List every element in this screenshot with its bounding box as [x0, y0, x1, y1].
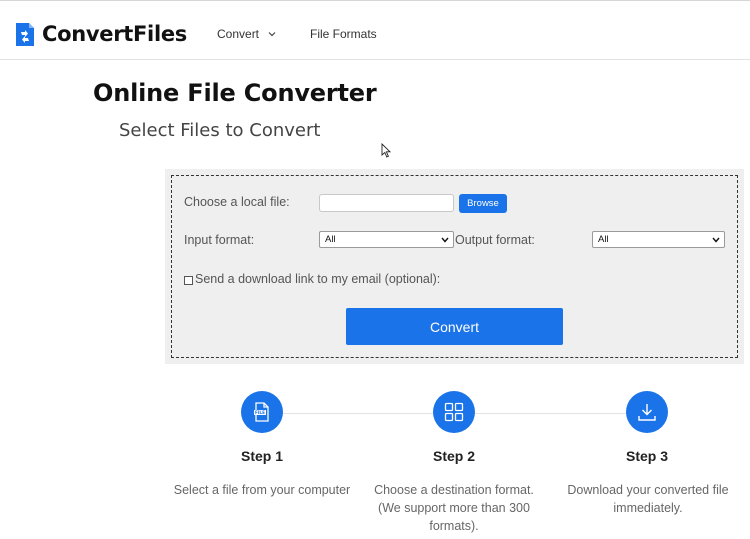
output-format-value: All	[598, 234, 609, 245]
page: ConvertFiles Convert File Formats Online…	[0, 0, 750, 539]
input-format-value: All	[325, 234, 336, 245]
step-2-badge	[433, 391, 475, 433]
file-icon: FILE	[254, 402, 269, 422]
file-path-input[interactable]	[319, 194, 454, 212]
nav-file-formats-link[interactable]: File Formats	[310, 26, 377, 42]
svg-text:FILE: FILE	[255, 410, 265, 415]
logo-text: ConvertFiles	[42, 22, 187, 46]
email-link-label[interactable]: Send a download link to my email (option…	[195, 272, 440, 286]
nav-convert-menu[interactable]: Convert	[217, 26, 276, 42]
grid-icon	[444, 402, 464, 422]
local-file-label: Choose a local file:	[184, 195, 290, 209]
browse-button[interactable]: Browse	[459, 194, 507, 213]
page-subtitle: Select Files to Convert	[119, 120, 321, 141]
convert-button[interactable]: Convert	[346, 308, 563, 345]
email-link-checkbox[interactable]	[184, 276, 193, 285]
page-title: Online File Converter	[93, 79, 377, 107]
mouse-pointer-icon	[381, 143, 391, 158]
site-logo[interactable]: ConvertFiles	[14, 20, 187, 48]
nav-file-formats-label: File Formats	[310, 27, 377, 41]
step-1-badge: FILE	[241, 391, 283, 433]
nav-convert-label: Convert	[217, 27, 260, 41]
step-2-description: Choose a destination format. (We support…	[374, 483, 534, 533]
chevron-down-icon	[441, 237, 449, 243]
site-header: ConvertFiles Convert File Formats	[0, 1, 750, 60]
output-format-select[interactable]: All	[592, 231, 725, 248]
step-1-description: Select a file from your computer	[173, 483, 351, 497]
chevron-down-icon	[268, 32, 276, 37]
chevron-down-icon	[712, 237, 720, 243]
download-icon	[638, 404, 656, 421]
logo-icon	[16, 22, 34, 46]
output-format-label: Output format:	[455, 233, 535, 247]
input-format-select[interactable]: All	[319, 231, 454, 248]
input-format-label: Input format:	[184, 233, 255, 247]
step-2-title: Step 2	[432, 448, 475, 464]
step-1-title: Step 1	[240, 448, 283, 464]
step-3-description: Download your converted file immediately…	[567, 483, 729, 515]
step-3-title: Step 3	[625, 448, 668, 464]
step-3-badge	[626, 391, 668, 433]
